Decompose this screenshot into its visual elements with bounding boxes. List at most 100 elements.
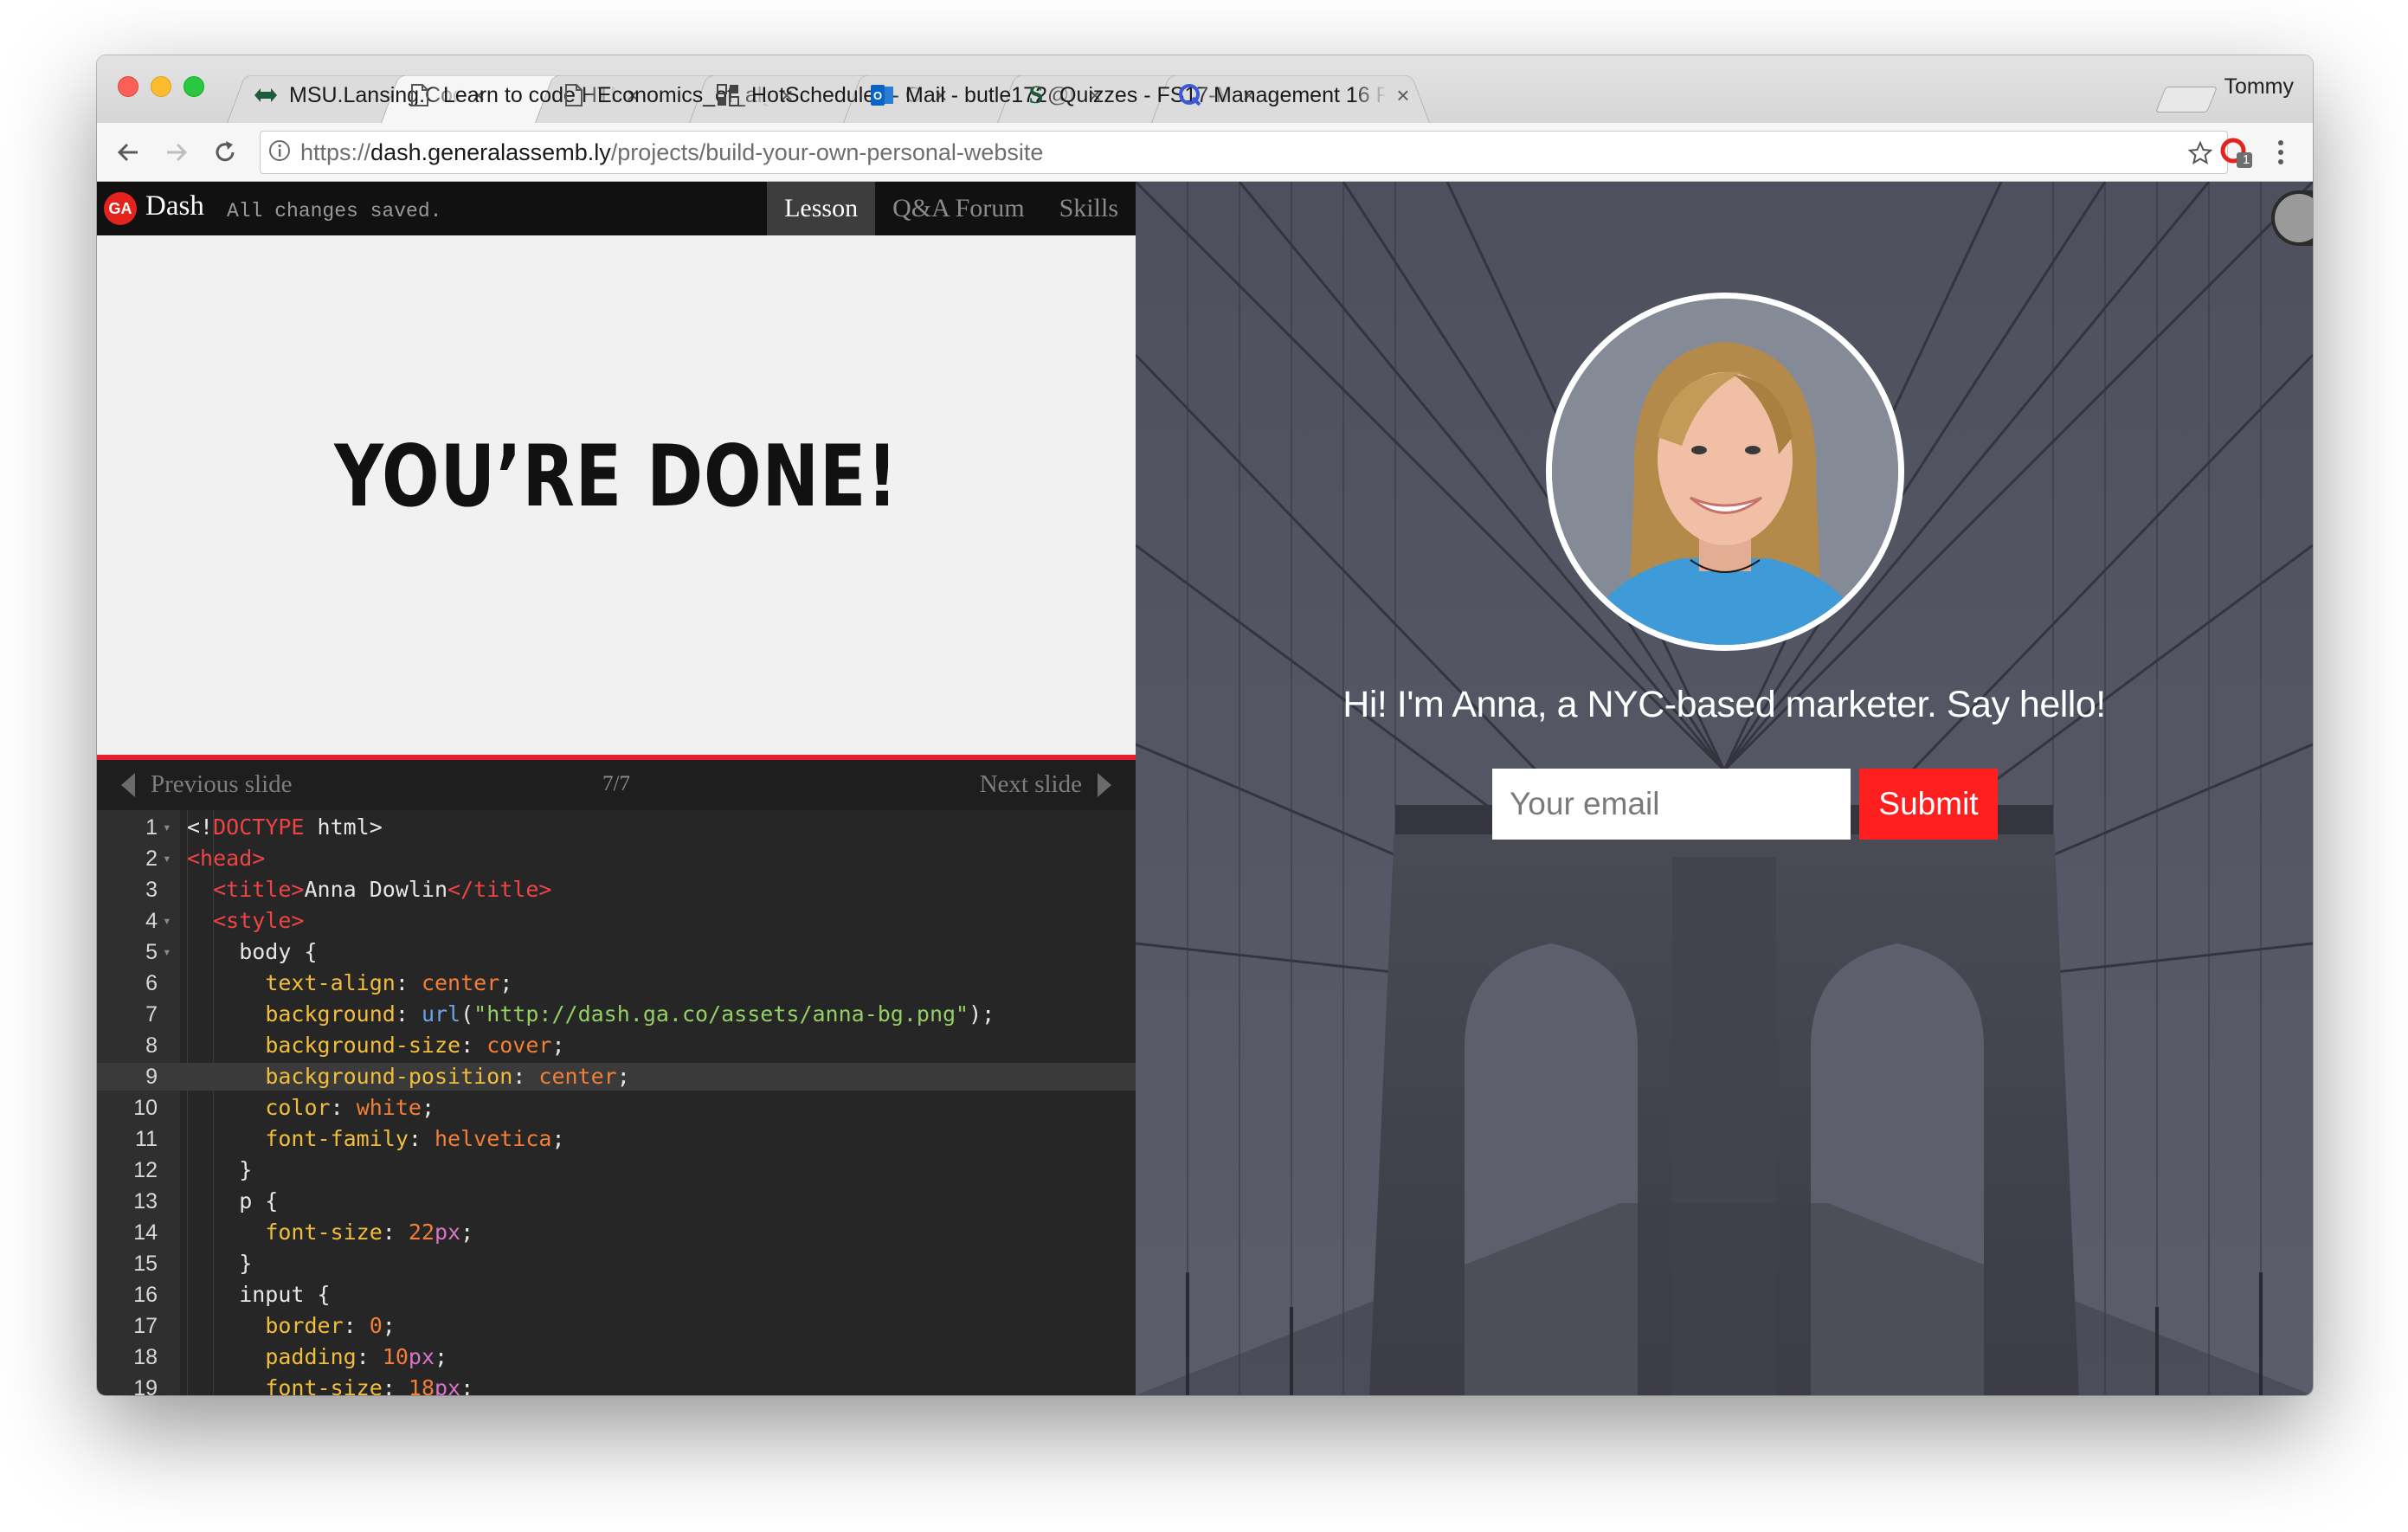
document-icon <box>561 82 587 108</box>
code-line[interactable]: 9 background-position: center; <box>97 1063 1136 1091</box>
code-token: px <box>435 1375 461 1395</box>
fold-arrow-icon[interactable]: ▾ <box>163 907 171 935</box>
code-line[interactable]: 12 } <box>97 1156 1136 1184</box>
line-number: 14 <box>133 1220 158 1245</box>
nav-tab-qa-forum[interactable]: Q&A Forum <box>875 182 1042 235</box>
code-editor[interactable]: 1 ▾ <!DOCTYPE html> 2 ▾ <head> 3 <title>Anna D… <box>97 810 1136 1395</box>
outlook-icon: O <box>869 82 895 108</box>
code-line[interactable]: 14 font-size: 22px; <box>97 1219 1136 1246</box>
tab-strip: MSU.Lansing.Coders × Learn to code HTML … <box>97 55 2313 123</box>
code-token: ; <box>382 1313 396 1338</box>
code-text: background-position: center; <box>187 1063 629 1091</box>
code-token: input { <box>187 1282 331 1307</box>
fold-arrow-icon[interactable]: ▾ <box>163 814 171 841</box>
code-token: background-position <box>265 1064 513 1089</box>
code-token: Anna Dowlin <box>304 877 448 902</box>
minimize-window-button[interactable] <box>151 76 171 97</box>
chevron-right-icon <box>1098 772 1111 797</box>
browser-toolbar: https://dash.generalassemb.ly/projects/b… <box>97 123 2313 182</box>
code-token: <head> <box>187 846 266 871</box>
code-line[interactable]: 15 } <box>97 1250 1136 1278</box>
code-token: } <box>187 1251 253 1276</box>
forward-icon[interactable] <box>158 133 196 171</box>
code-line[interactable]: 7 background: url("http://dash.ga.co/ass… <box>97 1001 1136 1028</box>
code-line[interactable]: 3 <title>Anna Dowlin</title> <box>97 876 1136 904</box>
code-token: ; <box>460 1375 474 1395</box>
next-slide-button[interactable]: Next slide <box>980 770 1111 799</box>
line-number: 16 <box>133 1283 158 1307</box>
line-number: 3 <box>145 878 158 902</box>
code-text: <title>Anna Dowlin</title> <box>187 876 551 904</box>
code-line[interactable]: 19 font-size: 18px; <box>97 1374 1136 1395</box>
nav-tab-skills[interactable]: Skills <box>1042 182 1136 235</box>
code-token: : <box>395 970 422 995</box>
code-line[interactable]: 13 p { <box>97 1188 1136 1215</box>
browser-menu-icon[interactable] <box>2268 133 2294 171</box>
code-token: 22 <box>408 1220 435 1245</box>
tab-title: Quizzes - FS17-MGT <box>1059 82 1233 107</box>
code-text: font-size: 22px; <box>187 1219 473 1246</box>
url-text[interactable]: https://dash.generalassemb.ly/projects/b… <box>300 139 1043 166</box>
code-line[interactable]: 17 border: 0; <box>97 1312 1136 1340</box>
code-line[interactable]: 18 padding: 10px; <box>97 1343 1136 1371</box>
code-text: color: white; <box>187 1094 435 1122</box>
url-host: dash.generalassemb.ly <box>370 138 611 165</box>
save-status: All changes saved. <box>227 200 442 222</box>
fold-arrow-icon[interactable]: ▾ <box>163 938 171 966</box>
code-line[interactable]: 16 input { <box>97 1281 1136 1309</box>
zoom-window-button[interactable] <box>183 76 204 97</box>
new-tab-button[interactable] <box>2154 87 2218 113</box>
code-token: border <box>265 1313 344 1338</box>
extension-icon[interactable]: 1 <box>2219 135 2254 170</box>
code-text: <style> <box>187 907 304 935</box>
code-token: </title> <box>447 877 552 902</box>
email-input[interactable] <box>1492 769 1851 840</box>
code-text: background-size: cover; <box>187 1032 564 1059</box>
code-token: ; <box>499 970 513 995</box>
code-token: center <box>421 970 500 995</box>
code-line[interactable]: 6 text-align: center; <box>97 969 1136 997</box>
back-icon[interactable] <box>109 133 147 171</box>
browser-tab[interactable]: Management 16 FS × <box>1151 68 1430 123</box>
code-line[interactable]: 1 ▾ <!DOCTYPE html> <box>97 814 1136 841</box>
code-token: html> <box>304 814 383 840</box>
code-text: padding: 10px; <box>187 1343 447 1371</box>
tab-title: Economics_of_algorithms <box>597 82 770 107</box>
info-icon[interactable] <box>267 138 292 167</box>
fold-arrow-icon[interactable]: ▾ <box>163 845 171 872</box>
msu-logo-icon <box>253 82 279 108</box>
nav-tab-lesson[interactable]: Lesson <box>767 182 876 235</box>
toggle-knob[interactable] <box>2275 194 2313 242</box>
code-token: ; <box>551 1126 565 1151</box>
code-line[interactable]: 11 font-family: helvetica; <box>97 1125 1136 1153</box>
code-token: : <box>512 1064 539 1089</box>
tab-title: Learn to code HTML <box>443 82 616 107</box>
code-line[interactable]: 8 background-size: cover; <box>97 1032 1136 1059</box>
code-token: 18 <box>408 1375 435 1395</box>
code-line[interactable]: 5 ▾ body { <box>97 938 1136 966</box>
code-line[interactable]: 10 color: white; <box>97 1094 1136 1122</box>
line-number: 9 <box>145 1065 158 1089</box>
code-token: DOCTYPE <box>213 814 305 840</box>
close-window-button[interactable] <box>118 76 138 97</box>
next-slide-label: Next slide <box>979 770 1082 798</box>
code-line[interactable]: 2 ▾ <head> <box>97 845 1136 872</box>
code-text: body { <box>187 938 317 966</box>
address-bar[interactable]: https://dash.generalassemb.ly/projects/b… <box>260 131 2228 174</box>
bookmark-star-icon[interactable] <box>2186 138 2215 168</box>
ga-logo[interactable]: GA <box>104 192 137 225</box>
submit-button[interactable]: Submit <box>1859 769 1998 840</box>
line-number: 6 <box>145 971 158 995</box>
reload-icon[interactable] <box>206 133 244 171</box>
profile-name[interactable]: Tommy <box>2224 74 2294 100</box>
code-text: input { <box>187 1281 331 1309</box>
spartan-icon: S <box>1028 80 1044 109</box>
close-tab-icon[interactable]: × <box>1394 82 1413 109</box>
code-line[interactable]: 4 ▾ <style> <box>97 907 1136 935</box>
code-token: <style> <box>213 908 305 933</box>
slide-heading: YOU’RE DONE! <box>334 428 898 526</box>
